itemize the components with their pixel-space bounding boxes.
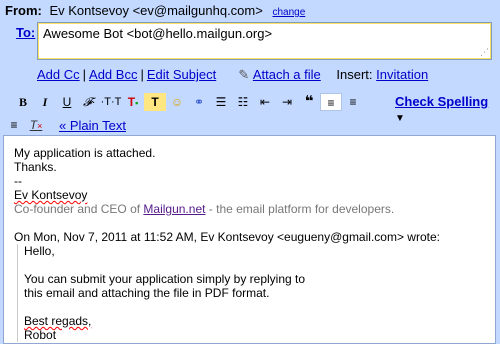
bulleted-list-icon[interactable]: ☷ <box>232 93 254 111</box>
paperclip-icon: ✎ <box>238 67 250 82</box>
text-size-icon[interactable]: ·T·T <box>100 93 122 111</box>
from-value: Ev Kontsevoy <ev@mailgunhq.com> <box>49 3 263 18</box>
text-color-icon[interactable]: T▪ <box>122 93 144 111</box>
resize-handle-icon[interactable]: ⋰ <box>480 47 489 58</box>
signature-line: Co-founder and CEO of Mailgun.net - the … <box>14 202 395 216</box>
quoted-line: this email and attaching the file in PDF… <box>24 286 270 300</box>
attach-file-link[interactable]: Attach a file <box>253 67 321 82</box>
compose-links: Add Cc | Add Bcc | Edit Subject ✎ Attach a fi… <box>37 67 428 83</box>
body-line: Thanks. <box>14 160 57 174</box>
italic-icon[interactable]: I <box>34 93 56 111</box>
quoted-line: Hello, <box>24 244 55 258</box>
remove-format-icon[interactable]: T× <box>25 116 47 134</box>
quoted-line: You can submit your application simply b… <box>24 272 306 286</box>
body-line: My application is attached. <box>14 146 156 160</box>
underline-icon[interactable]: U <box>56 93 78 111</box>
to-row: To: <box>16 25 35 40</box>
indent-less-icon[interactable]: ⇤ <box>254 93 276 111</box>
to-label[interactable]: To: <box>16 25 35 40</box>
from-row: From: Ev Kontsevoy <ev@mailgunhq.com> ch… <box>5 3 305 18</box>
to-value: Awesome Bot <bot@hello.mailgun.org> <box>43 26 273 41</box>
message-body-editor[interactable]: My application is attached. Thanks. -- E… <box>3 135 496 344</box>
quote-header: On Mon, Nov 7, 2011 at 11:52 AM, Ev Kont… <box>14 230 440 244</box>
quoted-message: Hello, You can submit your application s… <box>17 244 485 342</box>
align-right-icon[interactable]: ≡ <box>3 116 25 134</box>
check-spelling[interactable]: Check Spelling ▼ <box>395 94 500 124</box>
separator: | <box>140 67 144 82</box>
separator: | <box>82 67 87 82</box>
plain-text-link[interactable]: « Plain Text <box>59 118 126 133</box>
font-icon[interactable]: 𝓕· <box>78 93 100 111</box>
add-cc-link[interactable]: Add Cc <box>37 67 80 82</box>
add-bcc-link[interactable]: Add Bcc <box>89 67 137 82</box>
smiley-icon[interactable]: ☺ <box>166 93 188 111</box>
quoted-line: Robot <box>24 328 57 342</box>
mailgun-link[interactable]: Mailgun.net <box>143 202 205 216</box>
signature-delimiter: -- <box>14 174 22 188</box>
chevron-down-icon[interactable]: ▼ <box>395 113 405 124</box>
align-left-icon[interactable]: ≡ <box>320 93 342 111</box>
quoted-line: Best regads, <box>24 314 92 328</box>
formatting-toolbar-row2: ≡ T× « Plain Text <box>3 116 126 134</box>
numbered-list-icon[interactable]: ☰ <box>210 93 232 111</box>
quote-icon[interactable]: ❝ <box>298 93 320 111</box>
from-label: From: <box>5 3 42 18</box>
edit-subject-link[interactable]: Edit Subject <box>147 67 216 82</box>
to-input[interactable]: Awesome Bot <bot@hello.mailgun.org> ⋰ <box>37 22 492 60</box>
change-from-link[interactable]: change <box>272 7 305 18</box>
align-center-icon[interactable]: ≡ <box>342 93 364 111</box>
highlight-icon[interactable]: T <box>144 93 166 111</box>
invitation-link[interactable]: Invitation <box>376 67 428 82</box>
indent-more-icon[interactable]: ⇥ <box>276 93 298 111</box>
attach-file[interactable]: ✎ Attach a file <box>238 67 321 82</box>
bold-icon[interactable]: B <box>12 93 34 111</box>
signature-name: Ev Kontsevoy <box>14 188 88 202</box>
insert-label: Insert: <box>336 67 373 82</box>
link-icon[interactable]: ⚭ <box>188 93 210 111</box>
check-spelling-link[interactable]: Check Spelling <box>395 94 488 109</box>
